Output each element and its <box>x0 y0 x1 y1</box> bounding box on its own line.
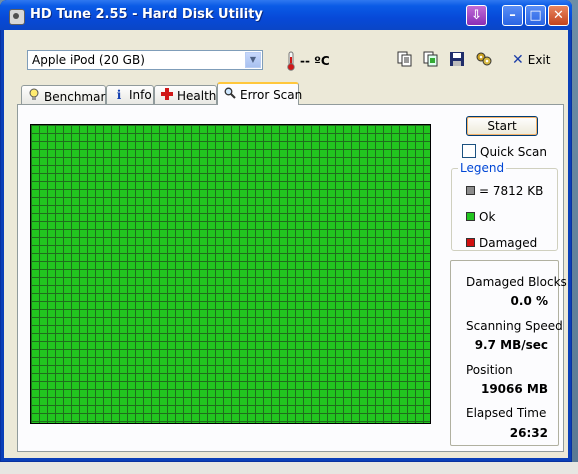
tab-error-scan[interactable]: Error Scan <box>217 82 303 105</box>
tab-error-scan-label: Error Scan <box>240 88 303 102</box>
legend-item-block-size: = 7812 KB <box>466 184 543 198</box>
position-value: 19066 MB <box>480 382 548 396</box>
tab-health-label: Health <box>177 89 217 103</box>
checkbox-icon[interactable] <box>462 144 476 158</box>
drive-select-value: Apple iPod (20 GB) <box>32 53 145 67</box>
exit-x-icon: ✕ <box>512 52 524 68</box>
drive-select[interactable]: Apple iPod (20 GB) ▼ <box>27 50 263 70</box>
quick-scan-label: Quick Scan <box>480 145 547 159</box>
scanning-speed-label: Scanning Speed <box>466 319 563 333</box>
exit-label: Exit <box>527 53 551 67</box>
tab-info[interactable]: i Info <box>106 85 154 104</box>
save-icon[interactable] <box>448 51 466 69</box>
tab-info-label: Info <box>129 88 152 102</box>
close-button[interactable]: ✕ <box>548 5 569 26</box>
elapsed-time-label: Elapsed Time <box>466 406 547 420</box>
title-bar[interactable]: HD Tune 2.55 - Hard Disk Utility ⇩ – □ ✕ <box>0 0 572 30</box>
scan-block-grid <box>30 124 431 424</box>
hdtune-window: HD Tune 2.55 - Hard Disk Utility ⇩ – □ ✕… <box>0 0 572 462</box>
exit-button[interactable]: ✕ Exit <box>512 52 550 68</box>
position-label: Position <box>466 363 513 377</box>
temperature-readout: -- ºC <box>300 54 330 68</box>
options-icon[interactable] <box>475 51 493 69</box>
client-area: Apple iPod (20 GB) ▼ -- ºC ✕ Exit Benchm… <box>4 30 568 458</box>
legend-item-ok: Ok <box>466 210 495 224</box>
legend-group: Legend = 7812 KB Ok Damaged <box>451 161 558 251</box>
minimize-button[interactable]: – <box>502 5 523 26</box>
chevron-down-icon[interactable]: ▼ <box>245 52 261 68</box>
download-icon[interactable]: ⇩ <box>466 5 487 26</box>
toolbar: Apple iPod (20 GB) ▼ -- ºC ✕ Exit <box>4 30 568 82</box>
window-title: HD Tune 2.55 - Hard Disk Utility <box>30 7 263 22</box>
damaged-blocks-value: 0.0 % <box>510 294 548 308</box>
tab-benchmark[interactable]: Benchmark <box>21 85 112 104</box>
legend-ok-label: Ok <box>479 210 496 224</box>
error-scan-panel: Start Quick Scan Legend = 7812 KB Ok Dam… <box>17 104 567 452</box>
desktop-background <box>572 0 578 462</box>
maximize-button[interactable]: □ <box>525 5 546 26</box>
magnifier-icon <box>223 87 237 102</box>
red-swatch-icon <box>466 238 475 247</box>
info-icon: i <box>116 88 122 102</box>
copy-text-icon[interactable] <box>396 51 414 69</box>
legend-item-damaged: Damaged <box>466 236 537 250</box>
gray-swatch-icon <box>466 186 475 195</box>
quick-scan-checkbox[interactable]: Quick Scan <box>462 144 547 159</box>
health-cross-icon <box>160 88 174 103</box>
lightbulb-icon <box>27 88 41 104</box>
thermometer-icon <box>287 51 295 71</box>
tab-health[interactable]: Health <box>154 85 217 104</box>
tab-strip: Benchmark i Info Health Error Scan <box>21 82 561 105</box>
app-icon <box>9 9 25 25</box>
elapsed-time-value: 26:32 <box>509 426 548 440</box>
copy-screenshot-icon[interactable] <box>422 51 440 69</box>
green-swatch-icon <box>466 212 475 221</box>
start-button[interactable]: Start <box>466 116 538 136</box>
damaged-blocks-label: Damaged Blocks <box>466 275 567 289</box>
taskbar-strip <box>0 462 578 474</box>
stats-group: Damaged Blocks 0.0 % Scanning Speed 9.7 … <box>450 260 567 446</box>
tab-benchmark-label: Benchmark <box>44 90 113 104</box>
scanning-speed-value: 9.7 MB/sec <box>474 338 548 352</box>
legend-title: Legend <box>458 161 507 175</box>
legend-block-size-label: = 7812 KB <box>479 184 544 198</box>
legend-damaged-label: Damaged <box>479 236 538 250</box>
